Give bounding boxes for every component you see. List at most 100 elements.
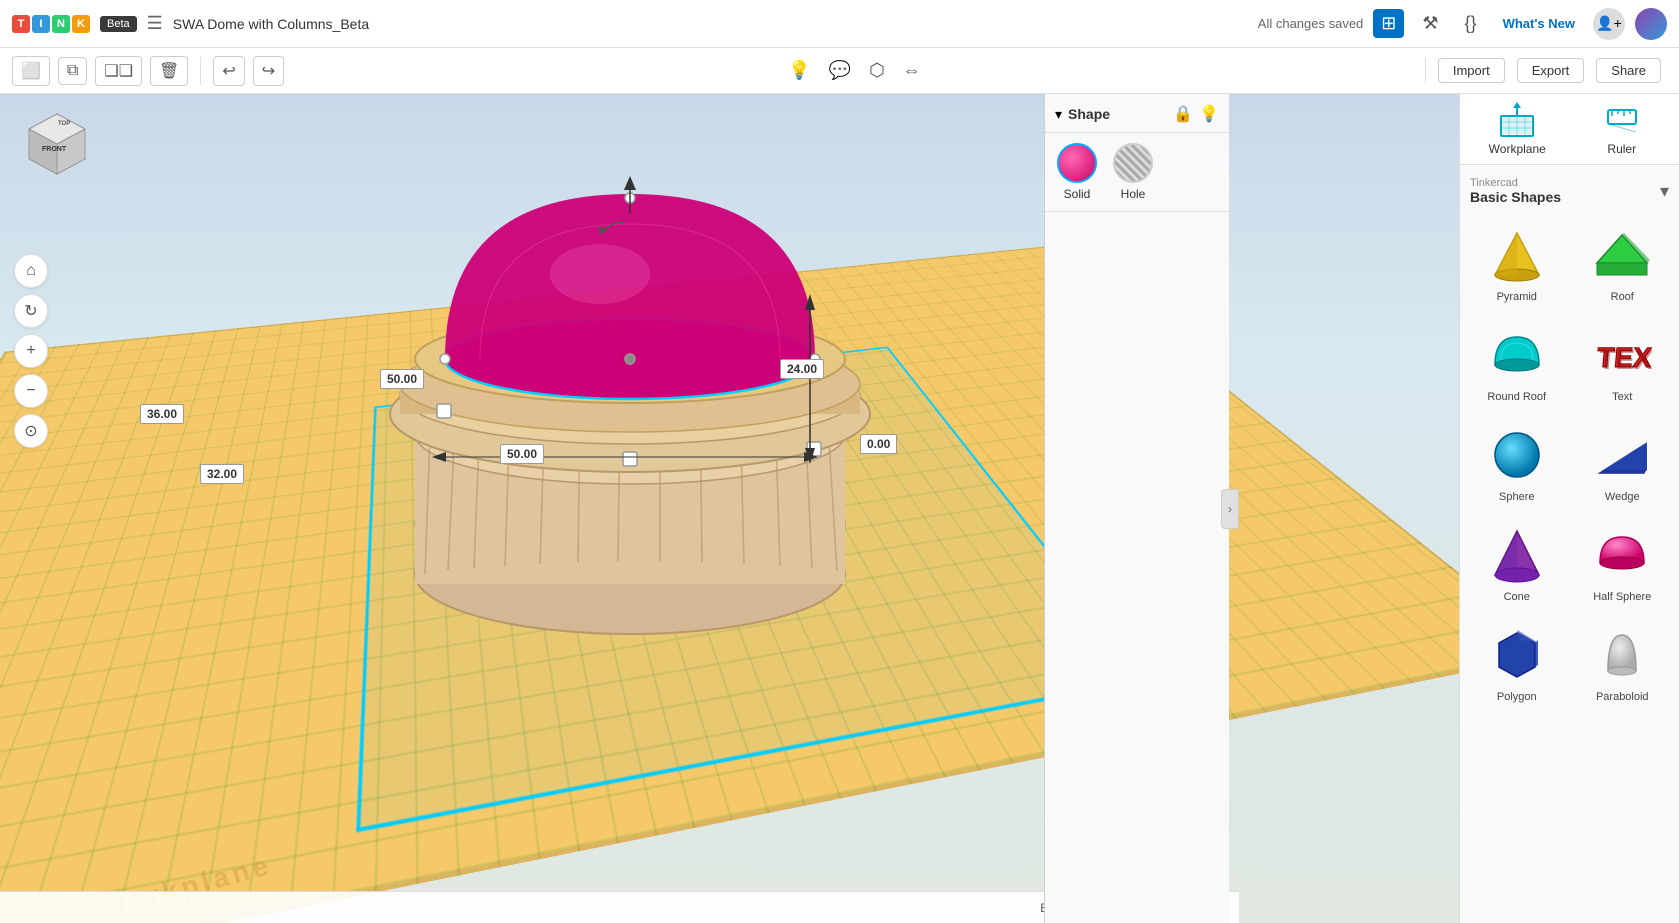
right-panel: Workplane Ruler Tinkerc	[1459, 94, 1679, 923]
comment-icon[interactable]: 💬	[823, 56, 857, 85]
hole-option[interactable]: Hole	[1113, 143, 1153, 201]
lock-icon[interactable]: 🔒	[1173, 104, 1193, 124]
light-icon[interactable]: 💡	[1199, 104, 1219, 124]
workplane-icon	[1499, 102, 1535, 138]
shape-header-icons: 🔒 💡	[1173, 104, 1219, 124]
zoom-in-button[interactable]: +	[14, 334, 48, 368]
pyramid-preview	[1485, 223, 1549, 287]
library-source-name: Tinkercad Basic Shapes	[1470, 177, 1561, 205]
dim-label-50-center: 50.00	[500, 444, 544, 464]
build-button[interactable]: ⚒	[1414, 9, 1446, 38]
wedge-label: Wedge	[1605, 491, 1640, 503]
svg-text:TOP: TOP	[58, 121, 70, 127]
library-name-label: Basic Shapes	[1470, 189, 1561, 205]
shape-dropdown-arrow[interactable]: ▾	[1055, 106, 1062, 123]
workplane-ruler-row: Workplane Ruler	[1460, 94, 1679, 165]
library-dropdown-button[interactable]: ▾	[1660, 181, 1669, 202]
selection-rectangle	[356, 346, 1152, 832]
shape-item-pyramid[interactable]: Pyramid	[1468, 217, 1566, 309]
zoom-out-button[interactable]: −	[14, 374, 48, 408]
logo-t: T	[12, 15, 30, 33]
shape-item-polygon[interactable]: Polygon	[1468, 617, 1566, 709]
panel-collapse-handle[interactable]: ›	[1221, 489, 1239, 529]
dim-label-0: 0.00	[860, 434, 897, 454]
svg-text:TEXT: TEXT	[1598, 344, 1652, 375]
solid-option[interactable]: Solid	[1057, 143, 1097, 201]
export-button[interactable]: Export	[1517, 58, 1585, 83]
viewport[interactable]: FRONT TOP workplane	[0, 94, 1459, 923]
shape-panel-title: Shape	[1068, 106, 1110, 122]
3d-scene[interactable]: FRONT TOP workplane	[0, 94, 1459, 923]
import-button[interactable]: Import	[1438, 58, 1505, 83]
redo-button[interactable]: ↪	[253, 56, 284, 86]
pyramid-label: Pyramid	[1497, 291, 1537, 303]
shapes-library: Tinkercad Basic Shapes ▾	[1460, 165, 1679, 923]
duplicate-button[interactable]: ❑❑	[95, 56, 142, 86]
document-title[interactable]: SWA Dome with Columns_Beta	[173, 16, 369, 32]
shape-panel: ▾ Shape 🔒 💡 Solid Hole	[1044, 94, 1229, 923]
grid-view-button[interactable]: ⊞	[1373, 9, 1404, 38]
workplane-item[interactable]: Workplane	[1470, 102, 1565, 156]
shape-panel-header: ▾ Shape 🔒 💡	[1045, 104, 1229, 133]
half-sphere-preview	[1590, 523, 1654, 587]
shape-item-round-roof[interactable]: Round Roof	[1468, 317, 1566, 409]
hole-label: Hole	[1121, 187, 1146, 201]
shape-header-left: ▾ Shape	[1055, 106, 1110, 123]
library-source-label: Tinkercad	[1470, 177, 1561, 189]
wedge-preview	[1590, 423, 1654, 487]
beta-badge: Beta	[100, 16, 137, 32]
roof-label: Roof	[1611, 291, 1634, 303]
user-avatar[interactable]: 👤+	[1593, 8, 1625, 40]
delete-button[interactable]: 🗑	[150, 56, 188, 86]
polygon-preview	[1485, 623, 1549, 687]
shape-item-half-sphere[interactable]: Half Sphere	[1574, 517, 1672, 609]
round-roof-preview	[1485, 323, 1549, 387]
share-button[interactable]: Share	[1596, 58, 1661, 83]
ruler-item[interactable]: Ruler	[1575, 102, 1670, 156]
sphere-preview	[1485, 423, 1549, 487]
document-icon: ☰	[147, 13, 163, 34]
half-sphere-label: Half Sphere	[1593, 591, 1651, 603]
lightbulb-icon[interactable]: 💡	[782, 56, 816, 85]
main-content: FRONT TOP workplane	[0, 94, 1679, 923]
paraboloid-label: Paraboloid	[1596, 691, 1649, 703]
cone-label: Cone	[1504, 591, 1530, 603]
dim-label-50-top: 50.00	[380, 369, 424, 389]
solid-label: Solid	[1064, 187, 1091, 201]
paraboloid-preview	[1590, 623, 1654, 687]
dim-label-24: 24.00	[780, 359, 824, 379]
code-button[interactable]: {}	[1457, 9, 1485, 38]
undo-button[interactable]: ↩	[213, 56, 244, 86]
round-roof-label: Round Roof	[1487, 391, 1546, 403]
orientation-cube[interactable]: FRONT TOP	[20, 109, 95, 184]
shape-item-text[interactable]: TEXT TEXT Text	[1574, 317, 1672, 409]
mirror-icon[interactable]: ⇔	[897, 56, 927, 85]
shape-item-paraboloid[interactable]: Paraboloid	[1574, 617, 1672, 709]
logo-k: K	[72, 15, 90, 33]
add-user-icon: 👤+	[1596, 15, 1622, 32]
home-view-button[interactable]: ⌂	[14, 254, 48, 288]
new-workplane-button[interactable]: ⬜	[12, 56, 50, 86]
roof-preview	[1590, 223, 1654, 287]
copy-button[interactable]: ⧉	[58, 57, 87, 85]
shape-item-roof[interactable]: Roof	[1574, 217, 1672, 309]
library-header: Tinkercad Basic Shapes ▾	[1468, 173, 1671, 213]
ruler-icon	[1604, 102, 1640, 138]
text-preview: TEXT TEXT	[1590, 323, 1654, 387]
shape-item-cone[interactable]: Cone	[1468, 517, 1566, 609]
grid-plane	[0, 246, 1459, 923]
shape-item-sphere[interactable]: Sphere	[1468, 417, 1566, 509]
cone-preview	[1485, 523, 1549, 587]
dim-label-36: 36.00	[140, 404, 184, 424]
user-profile-pic[interactable]	[1635, 8, 1667, 40]
sphere-label: Sphere	[1499, 491, 1534, 503]
rotate-view-button[interactable]: ↻	[14, 294, 48, 328]
workplane-label: Workplane	[1489, 142, 1546, 156]
fit-view-button[interactable]: ⊙	[14, 414, 48, 448]
whats-new-button[interactable]: What's New	[1495, 12, 1583, 35]
view-icon[interactable]: ⬡	[863, 56, 891, 85]
solid-circle	[1057, 143, 1097, 183]
ruler-label: Ruler	[1607, 142, 1636, 156]
logo-i: I	[32, 15, 50, 33]
shape-item-wedge[interactable]: Wedge	[1574, 417, 1672, 509]
